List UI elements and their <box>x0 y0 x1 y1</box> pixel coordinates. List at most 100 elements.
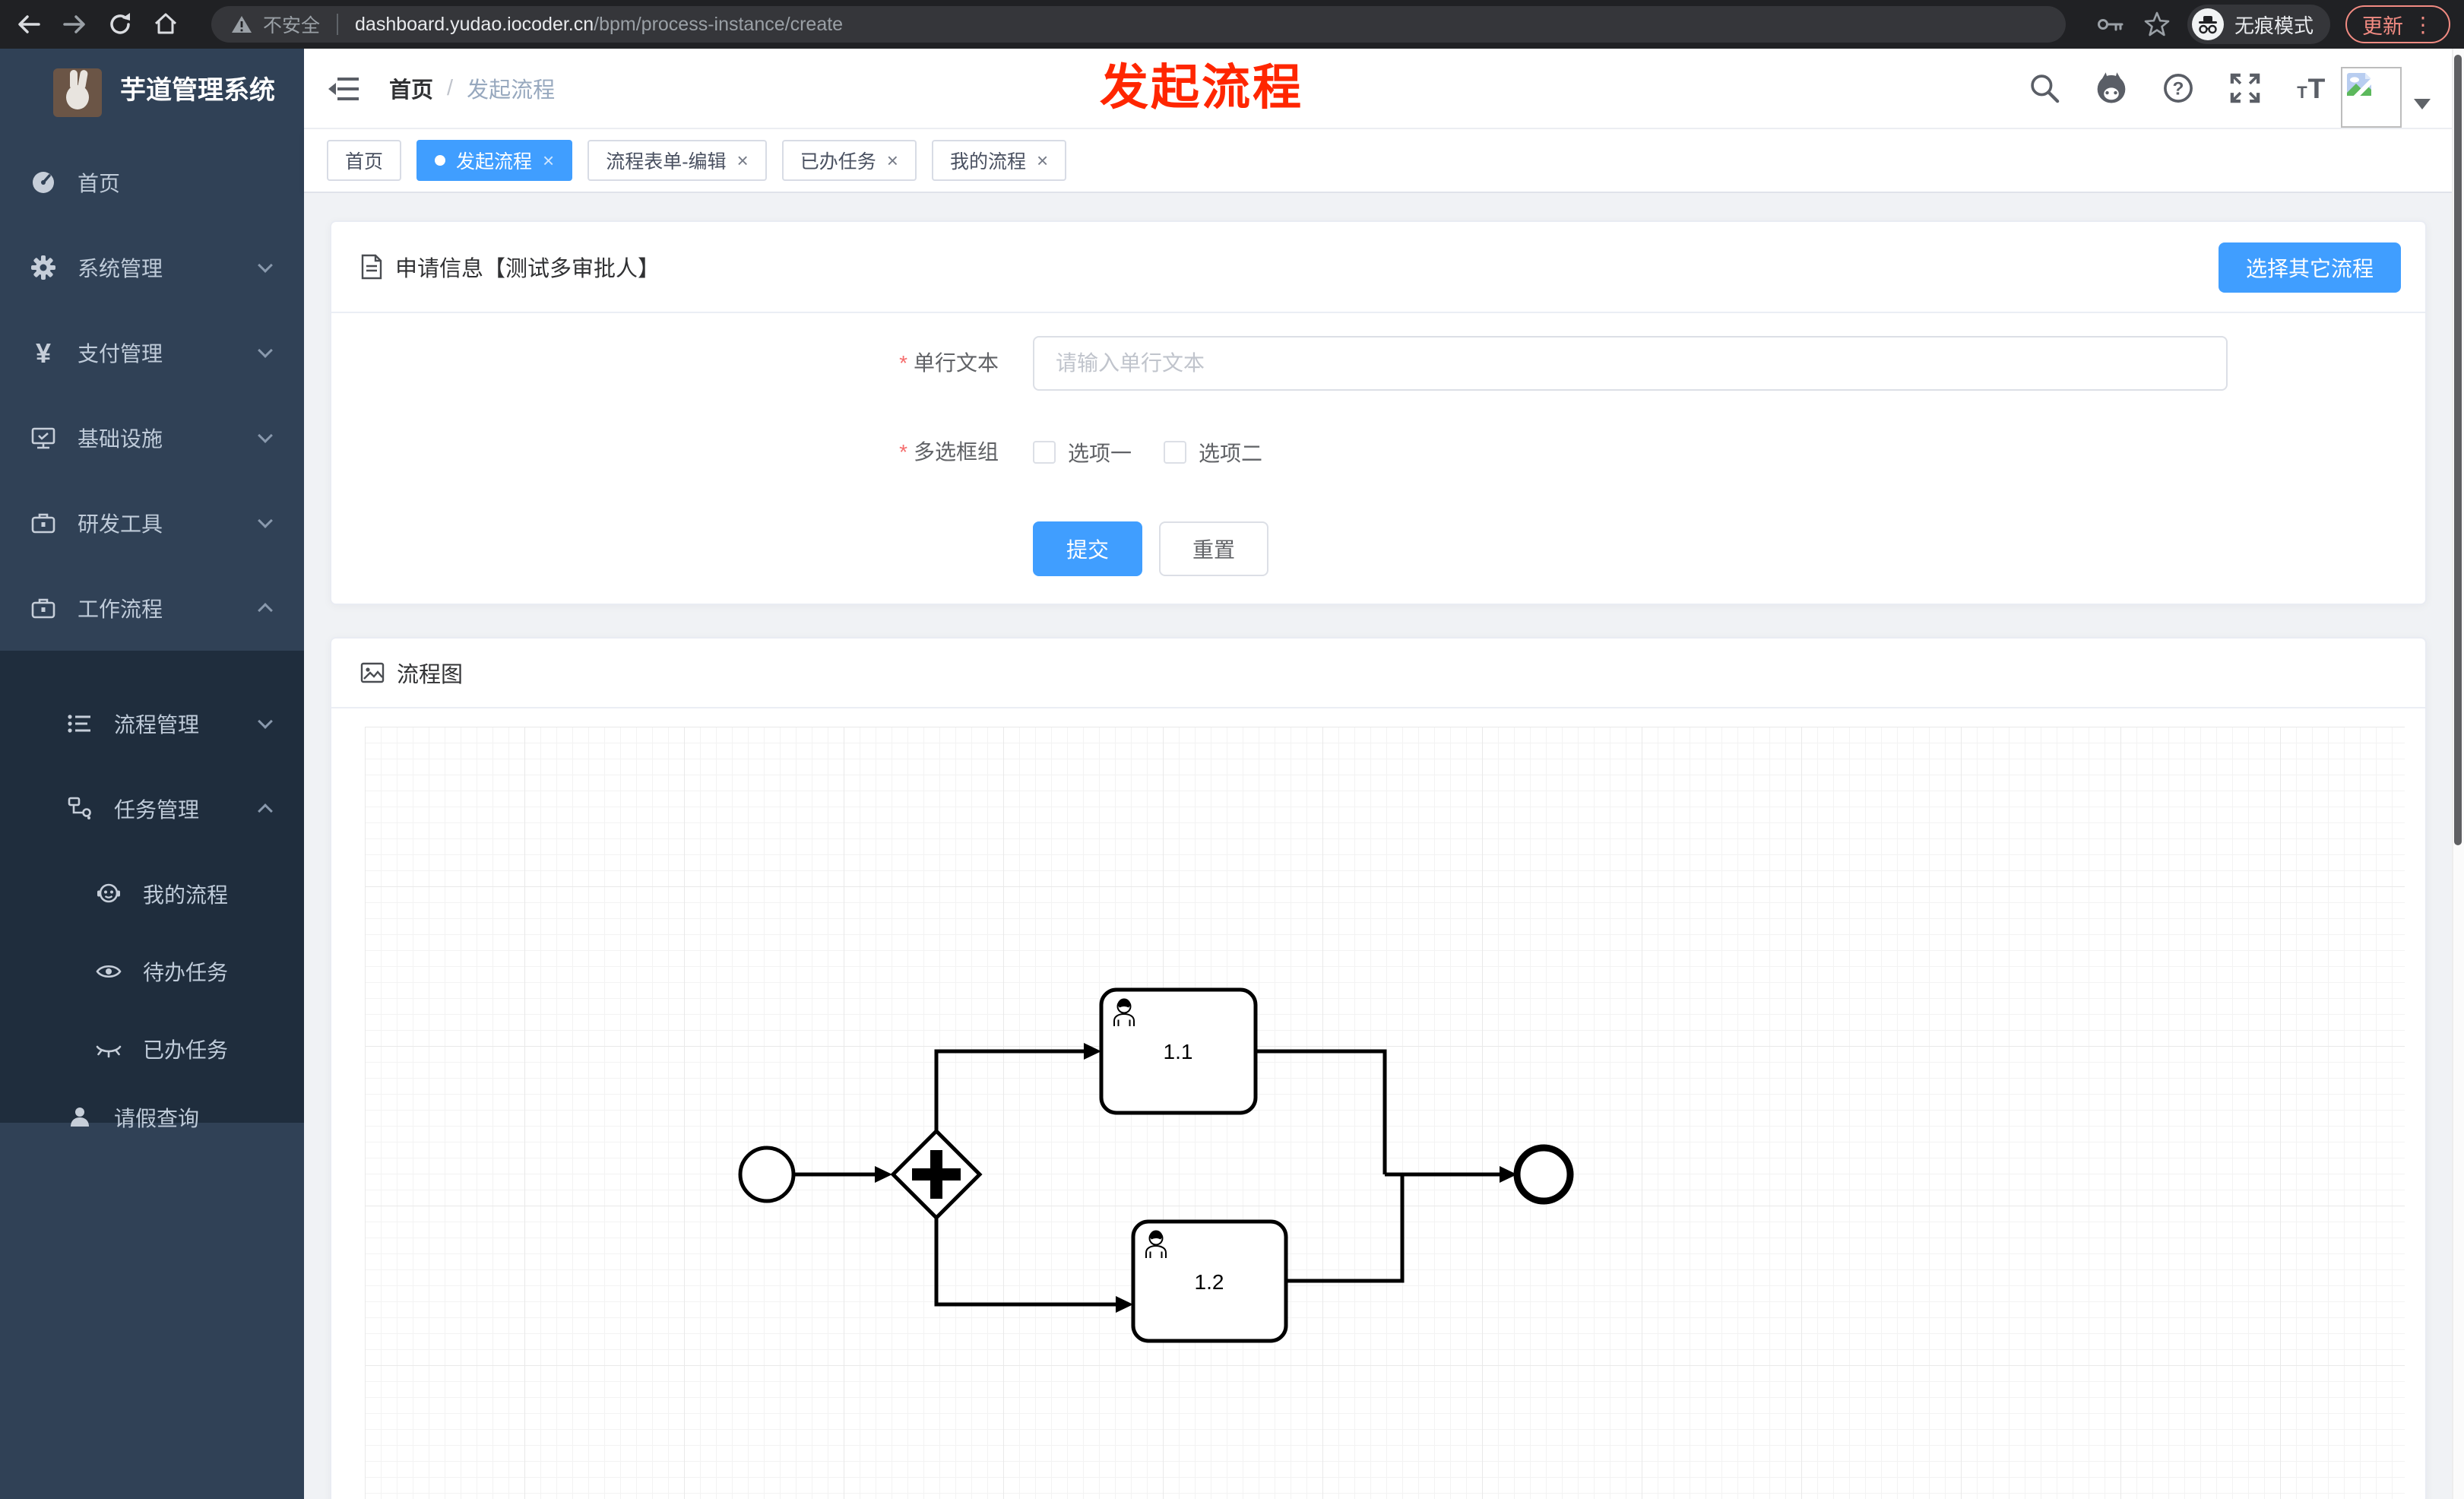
bpmn-start-event[interactable] <box>738 1146 796 1203</box>
person-icon <box>64 1104 96 1131</box>
sidebar-item-payment[interactable]: ¥ 支付管理 <box>0 322 304 383</box>
bpmn-parallel-gateway[interactable] <box>890 1128 983 1221</box>
sidebar-item-label: 待办任务 <box>143 961 229 984</box>
sidebar-item-task-management[interactable]: 任务管理 <box>0 778 304 839</box>
flow-card-header: 流程图 <box>331 639 2425 708</box>
tab-label: 流程表单-编辑 <box>606 151 727 173</box>
bpmn-end-event[interactable] <box>1513 1144 1574 1205</box>
tab-done-tasks[interactable]: 已办任务 × <box>781 140 917 181</box>
browser-menu-kebab-icon[interactable]: ⋮ <box>2412 12 2434 37</box>
address-divider <box>337 14 339 35</box>
avatar[interactable] <box>2341 67 2402 128</box>
arrowhead-icon <box>875 1166 892 1183</box>
sidebar-item-dev-tools[interactable]: 研发工具 <box>0 493 304 553</box>
bookmark-star-icon[interactable] <box>2142 9 2172 40</box>
reload-icon[interactable] <box>105 9 135 40</box>
sidebar-item-leave-query[interactable]: 请假查询 <box>0 1087 304 1148</box>
tab-process-form-edit[interactable]: 流程表单-编辑 × <box>587 140 767 181</box>
briefcase-icon <box>27 594 59 622</box>
sidebar-item-done-tasks[interactable]: 已办任务 <box>0 1019 304 1079</box>
scrollbar-thumb[interactable] <box>2454 55 2462 845</box>
search-icon[interactable] <box>2028 71 2061 105</box>
field-label: * 单行文本 <box>899 351 999 375</box>
tab-start-process[interactable]: 发起流程 × <box>416 140 573 181</box>
chevron-down-icon <box>258 428 273 443</box>
sidebar-item-system[interactable]: 系统管理 <box>0 237 304 298</box>
sidebar-item-label: 首页 <box>78 172 121 195</box>
tab-my-process[interactable]: 我的流程 × <box>931 140 1067 181</box>
password-key-icon[interactable] <box>2096 9 2127 40</box>
checkbox-group: 选项一 选项二 <box>1033 439 1262 465</box>
reset-button[interactable]: 重置 <box>1159 521 1269 576</box>
gear-icon <box>27 254 59 281</box>
tab-label: 已办任务 <box>800 151 876 173</box>
tab-label: 我的流程 <box>949 151 1026 173</box>
bpmn-user-task-1-1[interactable]: 1.1 <box>1099 987 1258 1115</box>
checkbox-icon[interactable] <box>1033 441 1056 464</box>
home-icon[interactable] <box>150 9 181 40</box>
single-line-text-input[interactable] <box>1033 336 2228 391</box>
apply-card-header: 申请信息【测试多审批人】 <box>331 222 2425 313</box>
chevron-up-icon <box>258 603 273 618</box>
sidebar-logo-row[interactable]: 芋道管理系统 <box>0 49 304 132</box>
active-dot-icon <box>435 155 446 166</box>
apply-info-card: 申请信息【测试多审批人】 选择其它流程 *单行文本 *多选框组 选项一 选项二 … <box>330 220 2427 605</box>
bpmn-canvas[interactable]: 1.1 1.2 <box>365 727 2405 1499</box>
choose-other-process-button[interactable]: 选择其它流程 <box>2218 242 2401 293</box>
sidebar-item-workflow[interactable]: 工作流程 <box>0 578 304 639</box>
address-bar[interactable]: 不安全 dashboard.yudao.iocoder.cn/bpm/proce… <box>211 6 2066 43</box>
chevron-down-icon <box>258 513 273 528</box>
not-secure-warning-icon[interactable] <box>231 14 252 34</box>
robot-icon <box>93 880 125 908</box>
submit-button[interactable]: 提交 <box>1033 521 1143 576</box>
chevron-down-icon <box>258 343 273 358</box>
font-size-icon[interactable]: TT <box>2295 71 2329 105</box>
close-icon[interactable]: × <box>737 151 749 170</box>
flow-edge-task12-end <box>1286 1174 1405 1283</box>
breadcrumb: 首页 / 发起流程 <box>389 49 555 128</box>
sidebar-collapse-icon[interactable] <box>327 74 360 104</box>
image-icon <box>360 662 385 683</box>
bpmn-user-task-1-2[interactable]: 1.2 <box>1131 1219 1288 1343</box>
close-icon[interactable]: × <box>887 151 898 170</box>
not-secure-label: 不安全 <box>263 15 321 36</box>
url-path: /bpm/process-instance/create <box>594 13 844 35</box>
sidebar-item-label: 系统管理 <box>78 257 163 280</box>
form-row-buttons: 提交 重置 <box>331 521 2425 576</box>
sidebar-item-home[interactable]: 首页 <box>0 152 304 213</box>
chevron-down-icon <box>258 258 273 273</box>
checkbox-option-1[interactable]: 选项一 <box>1033 437 1132 467</box>
flow-edge-task11-end <box>1256 1049 1387 1174</box>
forward-icon[interactable] <box>59 9 90 40</box>
monitor-icon <box>27 424 59 452</box>
sidebar-item-label: 基础设施 <box>78 427 163 451</box>
sidebar-item-process-management[interactable]: 流程管理 <box>0 693 304 754</box>
breadcrumb-home[interactable]: 首页 <box>389 72 433 104</box>
required-mark: * <box>899 351 907 375</box>
svg-text:¥: ¥ <box>36 339 51 366</box>
github-icon[interactable] <box>2095 71 2128 105</box>
checkbox-option-2[interactable]: 选项二 <box>1164 437 1262 467</box>
fullscreen-icon[interactable] <box>2228 71 2262 105</box>
help-icon[interactable]: ? <box>2162 71 2195 105</box>
sidebar-item-my-process[interactable]: 我的流程 <box>0 864 304 924</box>
page-url[interactable]: dashboard.yudao.iocoder.cn/bpm/process-i… <box>355 14 843 36</box>
top-navbar: 首页 / 发起流程 ? TT <box>304 49 2464 129</box>
sidebar: 芋道管理系统 首页 系统管理 ¥ 支付管理 基础设施 研发工具 工作流程 流程管… <box>0 49 304 1499</box>
sidebar-item-todo-tasks[interactable]: 待办任务 <box>0 941 304 1002</box>
sidebar-item-label: 研发工具 <box>78 512 163 536</box>
sidebar-item-infrastructure[interactable]: 基础设施 <box>0 407 304 468</box>
flow-card-title: 流程图 <box>397 663 464 687</box>
incognito-badge: 无痕模式 <box>2187 5 2330 44</box>
breadcrumb-current: 发起流程 <box>467 78 556 103</box>
close-icon[interactable]: × <box>1037 151 1048 170</box>
update-button[interactable]: 更新 ⋮ <box>2345 5 2450 43</box>
checkbox-icon[interactable] <box>1164 441 1187 464</box>
arrowhead-icon <box>1084 1043 1101 1060</box>
flow-diagram-card: 流程图 1.1 1.2 <box>330 637 2427 1499</box>
form-row-checkbox-group: * 多选框组 选项一 选项二 <box>331 439 2425 465</box>
close-icon[interactable]: × <box>543 151 554 170</box>
avatar-caret-icon[interactable] <box>2414 99 2431 109</box>
back-icon[interactable] <box>14 9 44 40</box>
tab-home[interactable]: 首页 <box>327 140 402 181</box>
